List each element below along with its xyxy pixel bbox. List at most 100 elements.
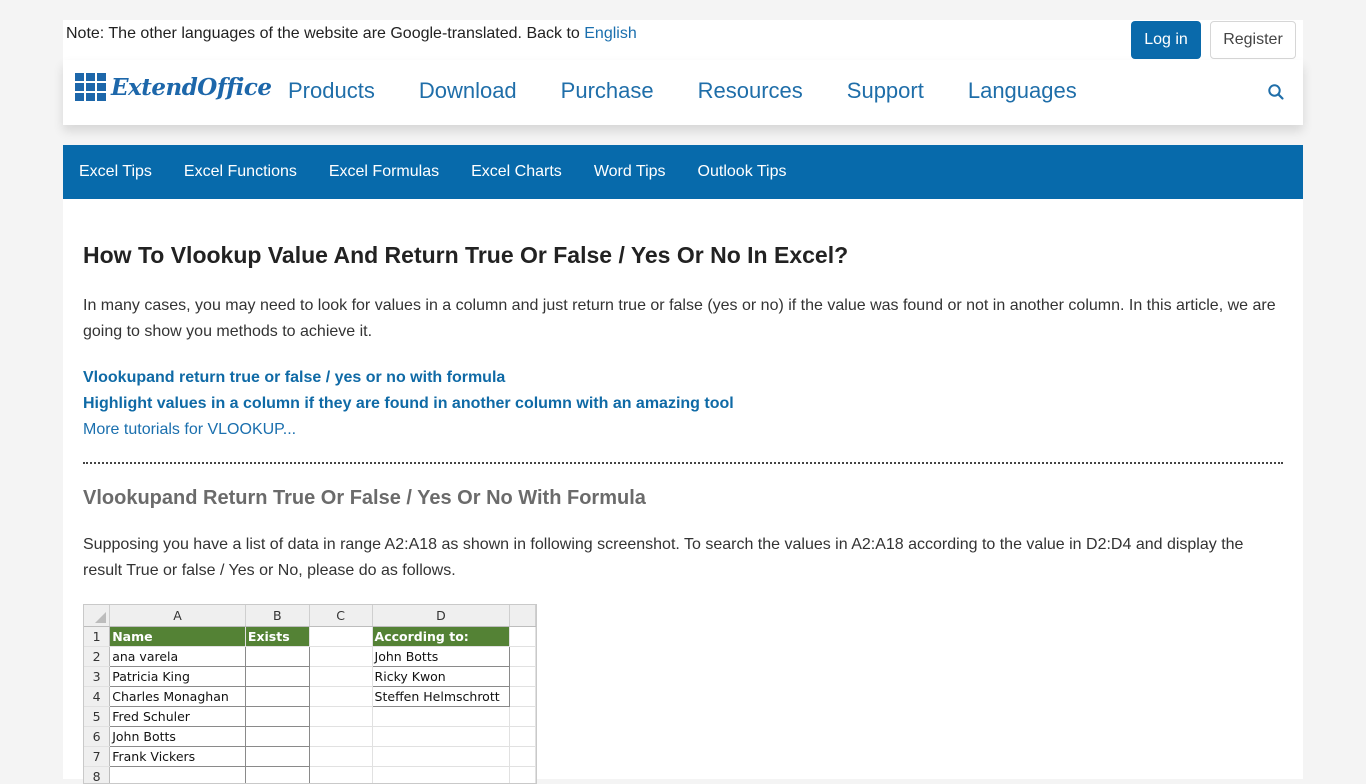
cell-b5 xyxy=(244,705,310,727)
subnav-word-tips[interactable]: Word Tips xyxy=(594,163,666,181)
column-header-c: C xyxy=(309,605,373,627)
cell-e2 xyxy=(509,646,536,667)
cell-a8 xyxy=(109,765,246,783)
logo-text: ExtendOffice xyxy=(111,73,272,101)
logo-grid-icon xyxy=(75,73,106,101)
nav-products[interactable]: Products xyxy=(288,78,375,104)
column-header-a: A xyxy=(109,605,246,627)
article-content: How To Vlookup Value And Return True Or … xyxy=(63,199,1303,784)
page-title: How To Vlookup Value And Return True Or … xyxy=(83,242,849,268)
column-header-row: A B C D xyxy=(84,605,536,627)
nav-resources[interactable]: Resources xyxy=(698,78,803,104)
cell-a5: Fred Schuler xyxy=(109,705,246,727)
main-nav: Products Download Purchase Resources Sup… xyxy=(288,78,1121,104)
subnav-excel-functions[interactable]: Excel Functions xyxy=(184,163,297,181)
search-icon[interactable] xyxy=(1267,83,1285,101)
subnav-excel-charts[interactable]: Excel Charts xyxy=(471,163,562,181)
note-text: Note: The other languages of the website… xyxy=(66,25,585,42)
table-row: 5 Fred Schuler xyxy=(84,705,536,727)
category-nav: Excel Tips Excel Functions Excel Formula… xyxy=(63,145,1303,199)
intro-paragraph: In many cases, you may need to look for … xyxy=(83,297,1276,340)
cell-c5 xyxy=(309,706,373,727)
cell-b2 xyxy=(244,645,310,667)
cell-a1: Name xyxy=(109,626,246,647)
subnav-excel-formulas[interactable]: Excel Formulas xyxy=(329,163,439,181)
table-row: 7 Frank Vickers xyxy=(84,745,536,767)
row-number: 4 xyxy=(84,686,111,707)
toc-link-highlight-tool[interactable]: Highlight values in a column if they are… xyxy=(83,391,734,417)
cell-e6 xyxy=(509,726,536,747)
toc-link-more-tutorials[interactable]: More tutorials for VLOOKUP... xyxy=(83,417,734,443)
row-number: 7 xyxy=(84,746,111,767)
section-divider xyxy=(83,462,1283,464)
column-header-d: D xyxy=(372,605,511,627)
cell-e7 xyxy=(509,746,536,767)
cell-a4: Charles Monaghan xyxy=(109,685,246,707)
cell-d7 xyxy=(372,746,511,767)
cell-c6 xyxy=(309,726,373,747)
cell-d6 xyxy=(372,726,511,747)
cell-b3 xyxy=(244,665,310,687)
cell-b6 xyxy=(244,725,310,747)
table-row: 6 John Botts xyxy=(84,725,536,747)
section-paragraph: Supposing you have a list of data in ran… xyxy=(83,536,1244,579)
cell-a7: Frank Vickers xyxy=(109,745,246,767)
spreadsheet-screenshot: A B C D 1 Name Exists According to: 2 an… xyxy=(83,604,537,784)
cell-d4: Steffen Helmschrott xyxy=(371,685,511,707)
top-bar: Note: The other languages of the website… xyxy=(63,20,1303,60)
table-row: 1 Name Exists According to: xyxy=(84,626,536,647)
select-all-corner xyxy=(84,605,111,627)
section-heading: Vlookupand Return True Or False / Yes Or… xyxy=(83,487,646,509)
column-header-b: B xyxy=(245,605,310,627)
cell-b8 xyxy=(244,765,310,783)
table-row: 4 Charles Monaghan Steffen Helmschrott xyxy=(84,685,536,707)
cell-e5 xyxy=(509,706,536,727)
row-number: 3 xyxy=(84,666,111,687)
row-number: 5 xyxy=(84,706,111,727)
cell-c1 xyxy=(309,626,373,647)
row-number: 6 xyxy=(84,726,111,747)
table-of-contents: Vlookupand return true or false / yes or… xyxy=(83,365,734,443)
cell-c3 xyxy=(309,666,373,687)
cell-b4 xyxy=(244,685,310,707)
register-button[interactable]: Register xyxy=(1210,21,1296,59)
cell-c8 xyxy=(309,766,373,783)
cell-b1: Exists xyxy=(245,626,310,647)
row-number: 2 xyxy=(84,646,111,667)
cell-a2: ana varela xyxy=(109,645,246,667)
cell-a6: John Botts xyxy=(109,725,246,747)
cell-d3: Ricky Kwon xyxy=(371,665,511,687)
row-number: 1 xyxy=(84,626,111,647)
cell-d1: According to: xyxy=(372,626,511,647)
nav-purchase[interactable]: Purchase xyxy=(561,78,654,104)
table-row: 3 Patricia King Ricky Kwon xyxy=(84,665,536,687)
cell-d8 xyxy=(372,766,511,783)
spreadsheet-table: A B C D 1 Name Exists According to: 2 an… xyxy=(84,605,536,783)
nav-support[interactable]: Support xyxy=(847,78,924,104)
row-number: 8 xyxy=(84,766,111,783)
toc-link-formula[interactable]: Vlookupand return true or false / yes or… xyxy=(83,365,734,391)
cell-a3: Patricia King xyxy=(109,665,246,687)
translation-note: Note: The other languages of the website… xyxy=(66,25,637,43)
logo[interactable]: ExtendOffice xyxy=(75,73,272,101)
cell-c2 xyxy=(309,646,373,667)
table-row: 8 xyxy=(84,765,536,783)
cell-e3 xyxy=(509,666,536,687)
cell-d2: John Botts xyxy=(371,645,511,667)
cell-b7 xyxy=(244,745,310,767)
login-button[interactable]: Log in xyxy=(1131,21,1201,59)
cell-c4 xyxy=(309,686,373,707)
table-row: 2 ana varela John Botts xyxy=(84,645,536,667)
cell-e4 xyxy=(509,686,536,707)
subnav-excel-tips[interactable]: Excel Tips xyxy=(79,163,152,181)
column-header-e xyxy=(509,605,536,627)
cell-e1 xyxy=(509,626,536,647)
cell-d5 xyxy=(372,706,511,727)
subnav-outlook-tips[interactable]: Outlook Tips xyxy=(698,163,787,181)
english-link[interactable]: English xyxy=(584,25,636,42)
nav-download[interactable]: Download xyxy=(419,78,517,104)
site-header: ExtendOffice Products Download Purchase … xyxy=(63,60,1303,125)
nav-languages[interactable]: Languages xyxy=(968,78,1077,104)
cell-c7 xyxy=(309,746,373,767)
cell-e8 xyxy=(509,766,536,783)
